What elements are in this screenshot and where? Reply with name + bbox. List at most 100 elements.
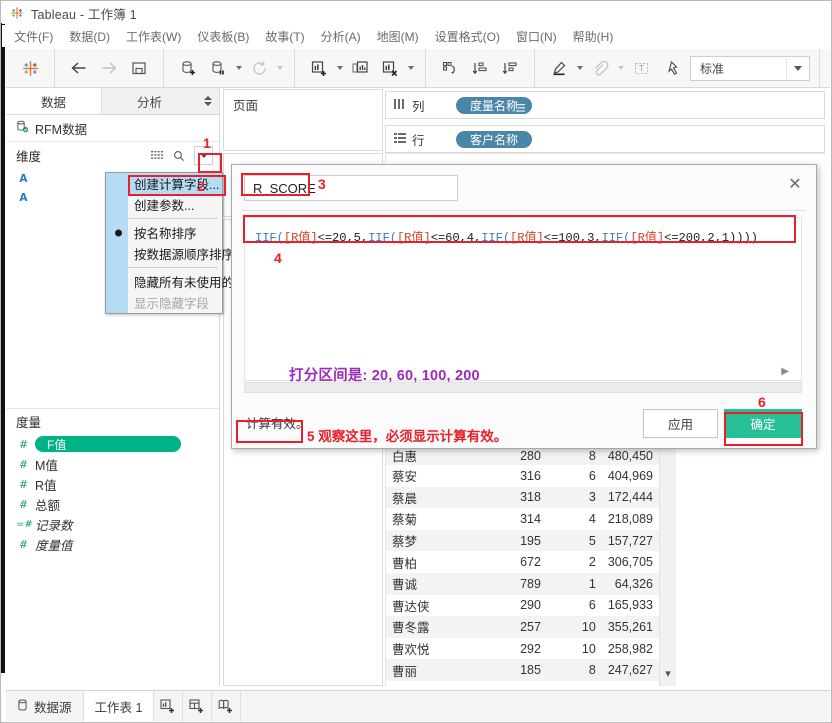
- table-row[interactable]: 蔡梦 195 5 157,727: [386, 529, 659, 552]
- new-worksheet-icon[interactable]: [306, 55, 332, 81]
- tableau-home-icon[interactable]: [17, 55, 43, 81]
- refresh-icon[interactable]: [246, 55, 272, 81]
- rows-pill-customer-name[interactable]: 客户名称: [456, 130, 533, 148]
- annotation-num-1: 1: [203, 135, 211, 151]
- table-vertical-scrollbar[interactable]: ▾: [659, 446, 676, 686]
- grid-view-icon[interactable]: [151, 150, 164, 161]
- calculated-field-dialog: R_SCORE ✕ IIF([R值]<=20,5,IIF([R值]<=60,4,…: [231, 164, 817, 449]
- measure-item-measure-values[interactable]: # 度量值: [6, 534, 219, 554]
- menu-item-help[interactable]: 帮助(H): [573, 28, 614, 45]
- menu-item-map[interactable]: 地图(M): [377, 28, 419, 45]
- back-arrow-icon[interactable]: [66, 55, 92, 81]
- close-icon[interactable]: ✕: [786, 177, 804, 195]
- ok-button[interactable]: 确定: [724, 409, 802, 438]
- group-dropdown-icon[interactable]: [615, 57, 626, 79]
- measure-item-r[interactable]: # R值: [6, 474, 219, 494]
- forward-arrow-icon[interactable]: [96, 55, 122, 81]
- measure-item-m[interactable]: # M值: [6, 454, 219, 474]
- expand-functions-icon[interactable]: ▶: [781, 366, 789, 377]
- show-mark-labels-icon[interactable]: T: [628, 55, 654, 81]
- pause-data-updates-icon[interactable]: [205, 55, 231, 81]
- table-row[interactable]: 曹丽 185 8 247,627: [386, 659, 659, 681]
- measure-item-record-count[interactable]: =# 记录数: [6, 514, 219, 534]
- measure-item-f[interactable]: # F值: [6, 434, 219, 454]
- rows-shelf[interactable]: 行 客户名称: [385, 125, 825, 153]
- table-row[interactable]: 曹达侠 290 6 165,933: [386, 595, 659, 617]
- tab-data[interactable]: 数据: [6, 88, 101, 114]
- cell-f-value: 5: [588, 533, 596, 548]
- clear-dropdown-icon[interactable]: [405, 57, 416, 79]
- chevron-down-icon[interactable]: ▾: [665, 667, 671, 680]
- cell-f-value: 4: [588, 511, 596, 526]
- menu-item-window[interactable]: 窗口(N): [516, 28, 557, 45]
- columns-label: 列: [412, 99, 425, 114]
- columns-shelf-label-wrap: 列: [386, 96, 456, 115]
- chevron-down-icon[interactable]: [786, 57, 809, 79]
- menu-item-story[interactable]: 故事(T): [265, 28, 304, 45]
- menu-item-show-hidden-fields[interactable]: 显示隐藏字段: [106, 292, 222, 313]
- sort-ascending-icon[interactable]: [467, 55, 493, 81]
- calculated-hash-icon: =#: [16, 518, 33, 530]
- search-icon[interactable]: [173, 150, 185, 162]
- menu-item-sort-by-name[interactable]: 按名称排序: [106, 222, 222, 243]
- toolbar-group-home: [6, 49, 55, 87]
- table-row[interactable]: 曹冬露 257 10 355,261: [386, 616, 659, 638]
- status-tab-sheet1[interactable]: 工作表 1: [83, 691, 155, 721]
- menu-item-create-parameter[interactable]: 创建参数...: [106, 194, 222, 215]
- new-dashboard-icon[interactable]: [183, 691, 213, 721]
- annotation-num-6: 6: [758, 394, 766, 410]
- menu-item-dashboard[interactable]: 仪表板(B): [197, 28, 249, 45]
- cell-m-value: 404,969: [607, 468, 653, 483]
- menu-item-worksheet[interactable]: 工作表(W): [126, 28, 181, 45]
- window-left-edge: [1, 23, 5, 673]
- new-data-source-icon[interactable]: [175, 55, 201, 81]
- pane-resize-icon[interactable]: [204, 96, 212, 106]
- cell-customer-name: 蔡晨: [392, 491, 418, 506]
- status-tab-datasource[interactable]: 数据源: [6, 691, 84, 721]
- cell-r-value: 672: [520, 555, 541, 570]
- formula-editor[interactable]: IIF([R值]<=20,5,IIF([R值]<=60,4,IIF([R值]<=…: [244, 217, 802, 384]
- data-source-item[interactable]: RFM数据: [6, 115, 219, 142]
- cell-m-value: 172,444: [607, 490, 653, 505]
- menu-item-file[interactable]: 文件(F): [14, 28, 53, 45]
- table-row[interactable]: 曹柏 672 2 306,705: [386, 551, 659, 573]
- annotation-text-5: 5 观察这里，必须显示计算有效。: [307, 429, 508, 444]
- columns-pill-measure-names[interactable]: 度量名称: [456, 96, 533, 114]
- data-updates-dropdown-icon[interactable]: [233, 57, 244, 79]
- calculated-field-name-input[interactable]: R_SCORE: [244, 175, 458, 201]
- menu-item-data[interactable]: 数据(D): [69, 28, 110, 45]
- tab-analytics[interactable]: 分析: [101, 88, 197, 114]
- measure-item-total[interactable]: # 总额: [6, 494, 219, 514]
- table-row[interactable]: 曹诚 789 1 64,326: [386, 572, 659, 595]
- apply-button[interactable]: 应用: [643, 409, 718, 438]
- table-row[interactable]: 蔡菊 314 4 218,089: [386, 508, 659, 530]
- highlight-dropdown-icon[interactable]: [574, 57, 585, 79]
- measure-item-measure-values-label: 度量值: [35, 538, 73, 553]
- columns-shelf[interactable]: 列 度量名称: [385, 91, 825, 119]
- new-story-icon[interactable]: [212, 691, 242, 721]
- cell-customer-name: 曹冬露: [392, 621, 430, 636]
- menu-item-format[interactable]: 设置格式(O): [435, 28, 500, 45]
- clear-sheet-icon[interactable]: [377, 55, 403, 81]
- sort-descending-icon[interactable]: [497, 55, 523, 81]
- highlight-icon[interactable]: [546, 55, 572, 81]
- table-row[interactable]: 蔡晨 318 3 172,444: [386, 486, 659, 509]
- refresh-dropdown-icon[interactable]: [274, 57, 285, 79]
- duplicate-sheet-icon[interactable]: [347, 55, 373, 81]
- save-icon[interactable]: [126, 55, 152, 81]
- table-row[interactable]: 蔡安 316 6 404,969: [386, 465, 659, 487]
- fit-axis-icon[interactable]: [658, 55, 684, 81]
- formula-horizontal-scrollbar[interactable]: [244, 382, 802, 393]
- rows-icon: [394, 132, 406, 146]
- new-worksheet-icon[interactable]: [154, 691, 184, 721]
- menu-item-analysis[interactable]: 分析(A): [321, 28, 361, 45]
- group-members-icon[interactable]: [587, 55, 613, 81]
- swap-rows-columns-icon[interactable]: [437, 55, 463, 81]
- menu-item-hide-unused-fields[interactable]: 隐藏所有未使用的字段: [106, 271, 259, 292]
- toolbar: T 标准: [6, 49, 830, 88]
- pages-shelf[interactable]: 页面: [223, 89, 383, 151]
- menu-item-sort-by-datasource-order[interactable]: 按数据源顺序排序: [106, 243, 234, 264]
- table-row[interactable]: 曹欢悦 292 10 258,982: [386, 638, 659, 660]
- fit-dropdown[interactable]: 标准: [690, 55, 810, 81]
- new-worksheet-dropdown-icon[interactable]: [334, 57, 345, 79]
